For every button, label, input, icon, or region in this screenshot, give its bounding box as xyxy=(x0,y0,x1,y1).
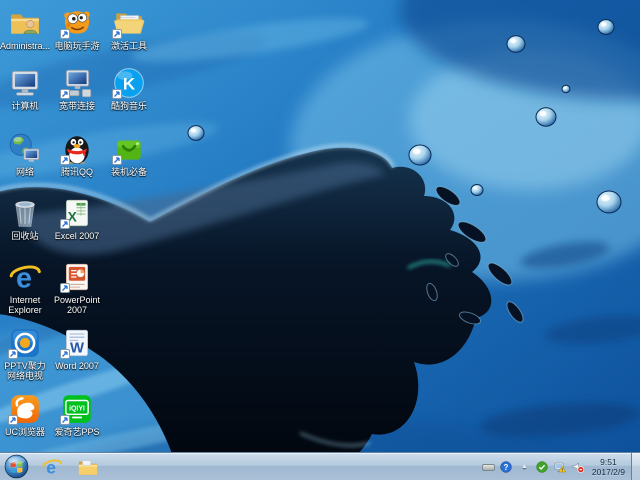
game-mascot-icon xyxy=(60,6,94,40)
desktop-icon-label: 激活工具 xyxy=(104,41,154,51)
shortcut-arrow-icon xyxy=(60,349,70,359)
desktop-icon-label: 计算机 xyxy=(0,101,50,111)
desktop-icon-powerpoint[interactable]: PowerPoint 2007 xyxy=(52,260,102,316)
desktop-icon-label: PowerPoint 2007 xyxy=(52,295,102,316)
computer-icon xyxy=(8,66,42,100)
desktop-icon-qq[interactable]: 腾讯QQ xyxy=(52,132,102,177)
desktop-icon-activation-tools[interactable]: 激活工具 xyxy=(104,6,154,51)
desktop-icon-label: 酷狗音乐 xyxy=(104,101,154,111)
desktop-icon-network[interactable]: 网络 xyxy=(0,132,50,177)
desktop-icon-recycle-bin[interactable]: 回收站 xyxy=(0,196,50,241)
desktop-icon-label: 宽带连接 xyxy=(52,101,102,111)
desktop-icon-software-bag[interactable]: 装机必备 xyxy=(104,132,154,177)
svg-text:K: K xyxy=(123,74,136,93)
desktop-icon-broadband[interactable]: 宽带连接 xyxy=(52,66,102,111)
windows-desktop: Administra... 电脑玩手游 激活工具 计算机 宽带连接 K xyxy=(0,0,640,480)
desktop-icon-label: 电脑玩手游 xyxy=(52,41,102,51)
desktop-icon-label: PPTV聚力 网络电视 xyxy=(0,361,50,382)
show-desktop-button[interactable] xyxy=(631,453,640,480)
powerpoint-icon xyxy=(60,260,94,294)
desktop-icon-label: 网络 xyxy=(0,167,50,177)
qq-penguin-icon xyxy=(60,132,94,166)
internet-explorer-icon: e xyxy=(8,260,42,294)
desktop-icon-game-mascot[interactable]: 电脑玩手游 xyxy=(52,6,102,51)
system-tray: ? ▲ 9:51 2017/2/9 xyxy=(482,453,627,480)
desktop-icon-kugou[interactable]: K 酷狗音乐 xyxy=(104,66,154,111)
desktop-icon-iqiyi[interactable]: iQIYI 爱奇艺PPS xyxy=(52,392,102,437)
desktop-icon-label: Word 2007 xyxy=(52,361,102,371)
svg-text:iQIYI: iQIYI xyxy=(69,406,85,413)
clock-date: 2017/2/9 xyxy=(592,467,625,477)
taskbar-explorer-button[interactable] xyxy=(76,456,100,478)
help-icon[interactable]: ? xyxy=(500,461,513,474)
shortcut-arrow-icon xyxy=(8,415,18,425)
shortcut-arrow-icon xyxy=(60,283,70,293)
user-folder-icon xyxy=(8,6,42,40)
desktop-icon-label: UC浏览器 xyxy=(0,427,50,437)
taskbar-clock[interactable]: 9:51 2017/2/9 xyxy=(590,457,627,477)
broadband-connection-icon xyxy=(60,66,94,100)
shortcut-arrow-icon xyxy=(112,89,122,99)
excel-icon: X xyxy=(60,196,94,230)
shortcut-arrow-icon xyxy=(112,155,122,165)
shortcut-arrow-icon xyxy=(112,29,122,39)
svg-text:?: ? xyxy=(504,463,509,472)
taskbar: e ? ▲ 9:51 2017/2/9 xyxy=(0,452,640,480)
desktop-icon-pptv[interactable]: PPTV聚力 网络电视 xyxy=(0,326,50,382)
kugou-music-icon: K xyxy=(112,66,146,100)
shortcut-arrow-icon xyxy=(60,155,70,165)
network-warning-icon[interactable] xyxy=(554,461,567,474)
show-hidden-icons-button[interactable]: ▲ xyxy=(518,461,531,474)
desktop-icon-label: 回收站 xyxy=(0,231,50,241)
svg-text:W: W xyxy=(70,341,85,357)
desktop-icon-label: Administra... xyxy=(0,41,50,51)
pptv-icon xyxy=(8,326,42,360)
desktop-icon-administrator[interactable]: Administra... xyxy=(0,6,50,51)
desktop-icon-label: Internet Explorer xyxy=(0,295,50,316)
recycle-bin-icon xyxy=(8,196,42,230)
desktop-icon-internet-explorer[interactable]: e Internet Explorer xyxy=(0,260,50,316)
uc-browser-icon xyxy=(8,392,42,426)
language-bar-icon[interactable] xyxy=(482,461,495,474)
audio-muted-icon[interactable] xyxy=(572,461,585,474)
desktop-icon-computer[interactable]: 计算机 xyxy=(0,66,50,111)
start-button[interactable] xyxy=(4,454,29,479)
desktop-icon-label: 爱奇艺PPS xyxy=(52,427,102,437)
desktop-icon-label: Excel 2007 xyxy=(52,231,102,241)
clock-time: 9:51 xyxy=(592,457,625,467)
shortcut-arrow-icon xyxy=(8,349,18,359)
desktop-icon-label: 腾讯QQ xyxy=(52,167,102,177)
shortcut-arrow-icon xyxy=(60,219,70,229)
desktop-icon-excel[interactable]: X Excel 2007 xyxy=(52,196,102,241)
shortcut-arrow-icon xyxy=(60,415,70,425)
taskbar-ie-button[interactable]: e xyxy=(40,456,64,478)
iqiyi-pps-icon: iQIYI xyxy=(60,392,94,426)
shortcut-arrow-icon xyxy=(60,89,70,99)
network-globe-icon xyxy=(8,132,42,166)
open-folder-icon xyxy=(112,6,146,40)
desktop-icon-label: 装机必备 xyxy=(104,167,154,177)
desktop-icon-word[interactable]: W Word 2007 xyxy=(52,326,102,371)
desktop-icon-uc-browser[interactable]: UC浏览器 xyxy=(0,392,50,437)
word-icon: W xyxy=(60,326,94,360)
security-ok-icon[interactable] xyxy=(536,461,549,474)
shopping-bag-icon xyxy=(112,132,146,166)
shortcut-arrow-icon xyxy=(60,29,70,39)
